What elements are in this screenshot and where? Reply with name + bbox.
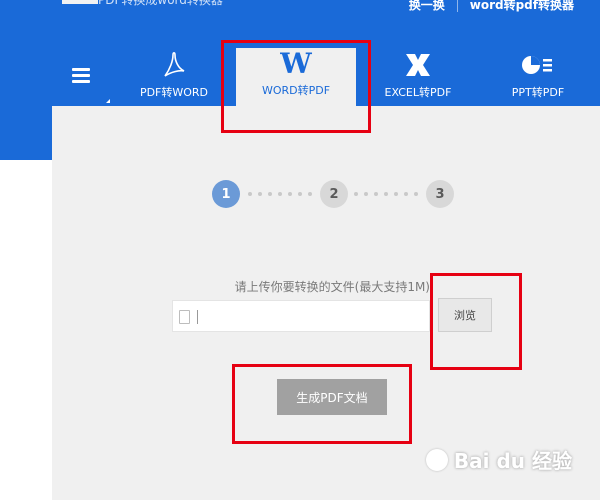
step-1: 1 [212,180,240,208]
tab-label: EXCEL转PDF [384,86,452,99]
link-divider [456,0,458,12]
generate-pdf-button[interactable]: 生成PDF文档 [277,379,387,415]
menu-icon[interactable] [72,68,90,84]
ppt-chart-icon [488,50,588,80]
top-links: 换一换 word转pdf转换器 [409,0,574,13]
step-2: 2 [320,180,348,208]
step-indicator: 1 2 3 [212,180,456,208]
excel-x-icon [372,50,464,80]
site-logo [62,0,98,4]
paw-icon [425,448,448,471]
step-dots [354,192,418,196]
tab-pdf-to-word[interactable]: PDF转WORD [128,50,220,106]
tab-label: WORD转PDF [261,84,331,97]
file-path-input[interactable] [172,300,430,332]
word-to-pdf-converter-link[interactable]: word转pdf转换器 [470,0,574,13]
word-w-icon: W [280,46,312,80]
baidu-jingyan-watermark: Bai du 经验 [425,445,572,474]
upload-instruction: 请上传你要转换的文件(最大支持1M) [234,280,430,294]
browse-button[interactable]: 浏览 [438,298,492,332]
step-3: 3 [426,180,454,208]
tab-excel-to-pdf[interactable]: EXCEL转PDF [372,50,464,106]
site-title: PDF转换成word转换器 [98,0,223,7]
acrobat-icon [128,50,220,80]
tab-label: PDF转WORD [139,86,209,99]
switch-link[interactable]: 换一换 [409,0,445,13]
tab-ppt-to-pdf[interactable]: PPT转PDF [488,50,588,106]
watermark-text: Bai du 经验 [453,449,572,473]
step-dots [248,192,312,196]
tab-label: PPT转PDF [511,86,565,99]
text-cursor [197,310,198,324]
menu-caret-icon [106,99,110,103]
tab-word-to-pdf[interactable]: W WORD转PDF [236,46,356,106]
document-icon [179,310,190,324]
